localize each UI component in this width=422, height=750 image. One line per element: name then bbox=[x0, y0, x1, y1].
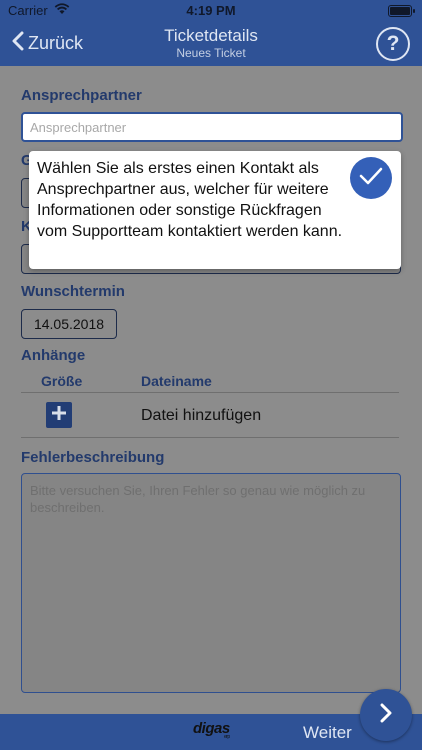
bottom-bar: digas erp Weiter bbox=[0, 714, 422, 750]
next-button[interactable] bbox=[360, 689, 412, 741]
add-file-button[interactable] bbox=[46, 402, 72, 428]
brand-logo: digas erp bbox=[193, 720, 230, 740]
column-header-filename: Dateiname bbox=[141, 373, 212, 389]
page-subtitle: Neues Ticket bbox=[176, 46, 246, 60]
status-bar: Carrier 4:19 PM bbox=[0, 0, 422, 22]
hint-popup: Wählen Sie als erstes einen Kontakt als … bbox=[29, 151, 401, 269]
divider bbox=[21, 437, 399, 438]
page-title: Ticketdetails bbox=[164, 26, 258, 45]
help-icon[interactable]: ? bbox=[376, 27, 410, 61]
confirm-button[interactable] bbox=[350, 157, 392, 199]
date-picker-button[interactable]: 14.05.2018 bbox=[21, 309, 117, 339]
description-input[interactable] bbox=[22, 474, 400, 692]
divider bbox=[21, 392, 399, 393]
attachments-label: Anhänge bbox=[21, 347, 86, 364]
description-field-wrapper bbox=[21, 473, 401, 693]
column-header-size: Größe bbox=[41, 373, 83, 389]
checkmark-icon bbox=[359, 167, 383, 190]
navigation-bar: Zurück Ticketdetails Neues Ticket ? bbox=[0, 22, 422, 66]
battery-icon bbox=[388, 5, 415, 17]
plus-icon bbox=[51, 405, 67, 426]
contact-input[interactable] bbox=[23, 114, 401, 140]
date-label: Wunschtermin bbox=[21, 283, 125, 300]
contact-field-wrapper bbox=[21, 112, 403, 142]
next-label[interactable]: Weiter bbox=[303, 723, 352, 743]
hint-text: Wählen Sie als erstes einen Kontakt als … bbox=[37, 160, 343, 240]
chevron-right-icon bbox=[379, 702, 393, 729]
add-file-label[interactable]: Datei hinzufügen bbox=[141, 407, 261, 425]
clock: 4:19 PM bbox=[186, 3, 236, 18]
contact-label: Ansprechpartner bbox=[21, 87, 142, 104]
description-label: Fehlerbeschreibung bbox=[21, 449, 165, 466]
